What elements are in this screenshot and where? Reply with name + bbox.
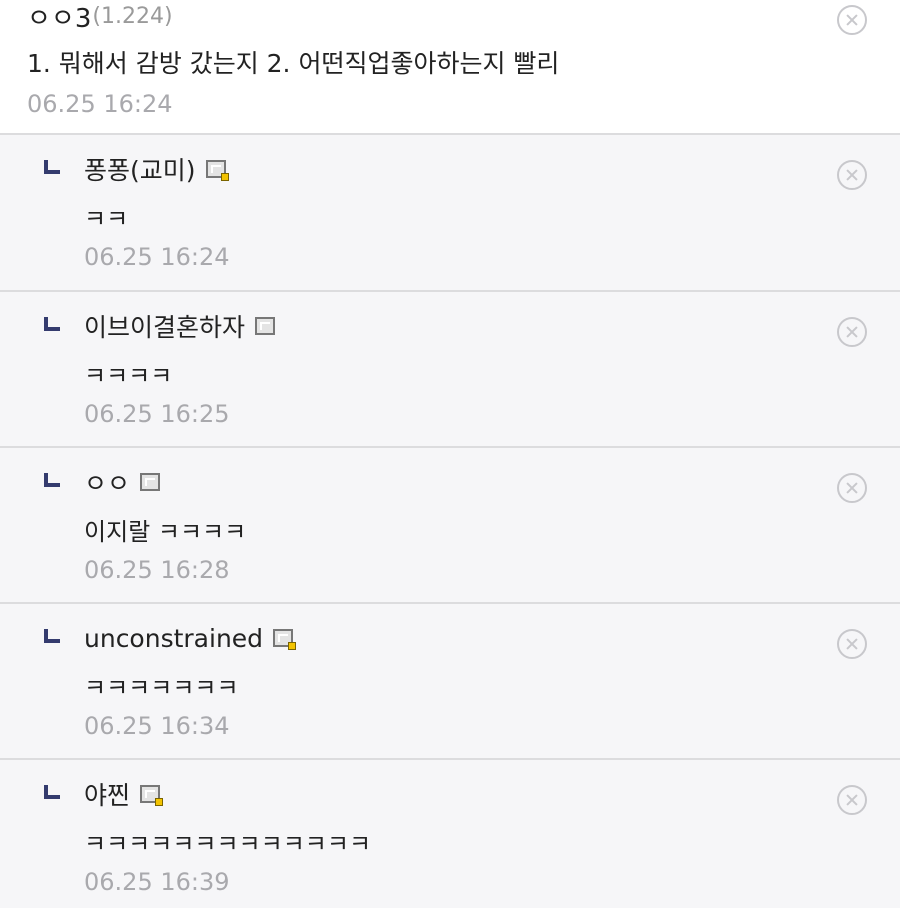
reply-nickname[interactable]: 이브이결혼하자 bbox=[84, 308, 245, 344]
gallog-icon[interactable] bbox=[273, 629, 297, 650]
reply-date: 06.25 16:34 bbox=[84, 712, 230, 740]
reply-author[interactable]: 야찐 bbox=[84, 776, 164, 812]
reply-item: 야찐 ㅋㅋㅋㅋㅋㅋㅋㅋㅋㅋㅋㅋㅋ 06.25 16:39 bbox=[0, 760, 900, 908]
comment-date: 06.25 16:24 bbox=[27, 90, 173, 118]
reply-date: 06.25 16:24 bbox=[84, 243, 230, 271]
fixed-user-badge-icon bbox=[288, 642, 297, 650]
reply-author[interactable]: 퐁퐁(교미) bbox=[84, 151, 229, 187]
reply-item: unconstrained ㅋㅋㅋㅋㅋㅋㅋ 06.25 16:34 bbox=[0, 604, 900, 760]
reply-nickname[interactable]: 퐁퐁(교미) bbox=[84, 151, 196, 187]
reply-nickname[interactable]: unconstrained bbox=[84, 624, 263, 653]
reply-author[interactable]: unconstrained bbox=[84, 621, 297, 655]
comment-ip: (1.224) bbox=[92, 3, 173, 29]
reply-date: 06.25 16:39 bbox=[84, 868, 230, 896]
comment-body: 1. 뭐해서 감방 갔는지 2. 어떤직업좋아하는지 빨리 bbox=[27, 49, 560, 78]
gallog-icon[interactable] bbox=[140, 785, 164, 806]
reply-nickname[interactable]: ㅇㅇ bbox=[84, 464, 130, 500]
reply-item: 이브이결혼하자 ㅋㅋㅋㅋ 06.25 16:25 bbox=[0, 292, 900, 448]
reply-body: ㅋㅋㅋㅋㅋㅋㅋ bbox=[84, 674, 239, 702]
reply-date: 06.25 16:25 bbox=[84, 400, 230, 428]
reply-body: ㅋㅋ bbox=[84, 205, 129, 233]
reply-body: ㅋㅋㅋㅋ bbox=[84, 362, 173, 390]
reply-item: 퐁퐁(교미) ㅋㅋ 06.25 16:24 bbox=[0, 135, 900, 292]
close-circle-icon[interactable] bbox=[837, 785, 867, 815]
reply-author[interactable]: 이브이결혼하자 bbox=[84, 308, 276, 344]
comment-nickname[interactable]: ㅇㅇ3 bbox=[27, 0, 91, 35]
close-circle-icon[interactable] bbox=[837, 160, 867, 190]
gallog-icon[interactable] bbox=[140, 473, 161, 491]
gallog-icon[interactable] bbox=[255, 317, 276, 335]
close-circle-icon[interactable] bbox=[837, 5, 867, 35]
reply-item: ㅇㅇ 이지랄 ㅋㅋㅋㅋ 06.25 16:28 bbox=[0, 448, 900, 604]
reply-body: ㅋㅋㅋㅋㅋㅋㅋㅋㅋㅋㅋㅋㅋ bbox=[84, 830, 372, 858]
reply-arrow-icon bbox=[44, 160, 60, 174]
main-comment: ㅇㅇ3 (1.224) 1. 뭐해서 감방 갔는지 2. 어떤직업좋아하는지 빨… bbox=[0, 0, 900, 135]
reply-arrow-icon bbox=[44, 473, 60, 487]
reply-arrow-icon bbox=[44, 317, 60, 331]
reply-arrow-icon bbox=[44, 785, 60, 799]
reply-body: 이지랄 ㅋㅋㅋㅋ bbox=[84, 518, 247, 546]
reply-date: 06.25 16:28 bbox=[84, 556, 230, 584]
gallog-icon[interactable] bbox=[205, 160, 229, 181]
comment-list: ㅇㅇ3 (1.224) 1. 뭐해서 감방 갔는지 2. 어떤직업좋아하는지 빨… bbox=[0, 0, 900, 908]
comment-author[interactable]: ㅇㅇ3 (1.224) bbox=[27, 0, 173, 35]
fixed-user-badge-icon bbox=[220, 173, 229, 181]
close-circle-icon[interactable] bbox=[837, 473, 867, 503]
reply-nickname[interactable]: 야찐 bbox=[84, 776, 130, 812]
fixed-user-badge-icon bbox=[155, 798, 164, 806]
reply-arrow-icon bbox=[44, 629, 60, 643]
close-circle-icon[interactable] bbox=[837, 629, 867, 659]
reply-author[interactable]: ㅇㅇ bbox=[84, 464, 161, 500]
close-circle-icon[interactable] bbox=[837, 317, 867, 347]
